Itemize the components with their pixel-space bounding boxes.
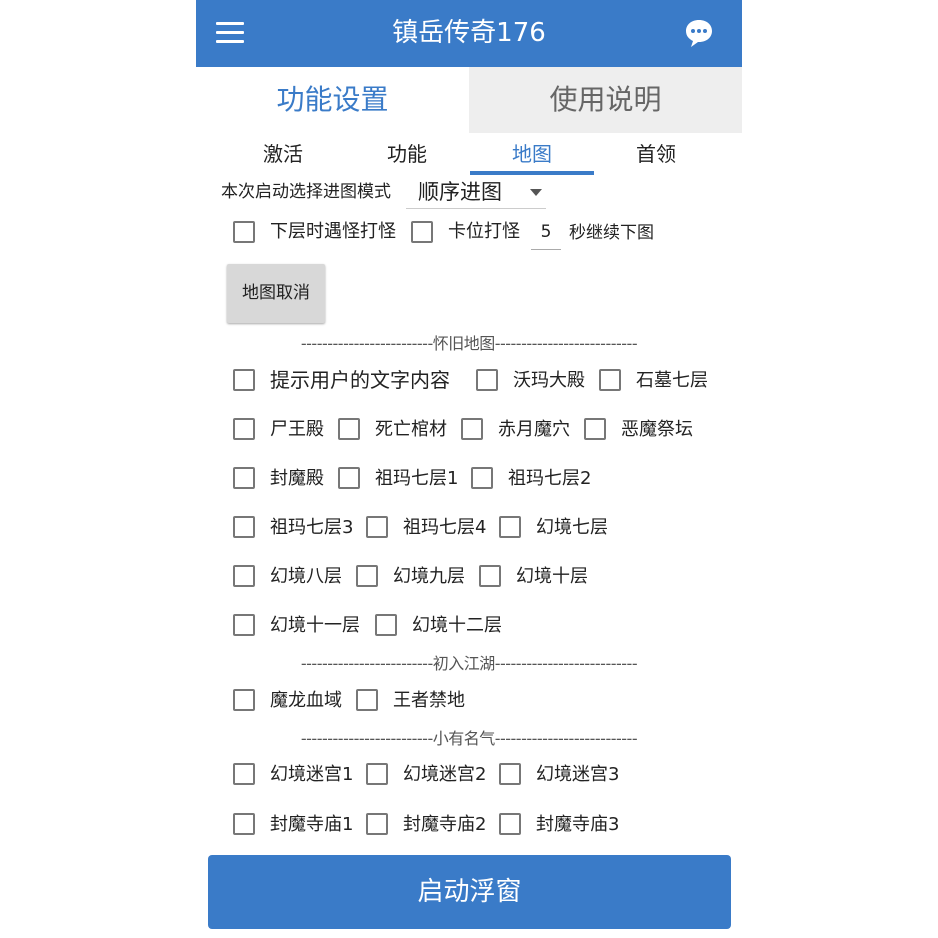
map-checkbox[interactable] [233, 813, 255, 835]
map-checkbox[interactable] [461, 418, 483, 440]
map-label: 封魔殿 [270, 468, 324, 489]
section-divider-famous: -------------------------小有名气-----------… [300, 729, 638, 748]
map-checkbox[interactable] [499, 763, 521, 785]
label-fight-when-descending: 下层时遇怪打怪 [270, 221, 396, 242]
map-label: 王者禁地 [393, 690, 465, 711]
map-label: 封魔寺庙2 [403, 814, 487, 835]
subtab-function[interactable]: 功能 [345, 137, 469, 175]
map-checkbox[interactable] [599, 369, 621, 391]
subtab-boss[interactable]: 首领 [594, 137, 718, 175]
chat-icon[interactable] [684, 17, 714, 49]
app-screen: 镇岳传奇176 功能设置 使用说明 激活 功能 地图 首领 本次启动选择进图模式… [196, 0, 742, 938]
dropdown-arrow-icon [530, 189, 542, 196]
map-checkbox[interactable] [233, 614, 255, 636]
map-checkbox[interactable] [499, 516, 521, 538]
map-label: 幻境十一层 [270, 615, 360, 636]
map-checkbox[interactable] [356, 565, 378, 587]
map-label: 祖玛七层1 [375, 468, 459, 489]
launch-floating-window-button[interactable]: 启动浮窗 [208, 855, 731, 929]
map-checkbox[interactable] [499, 813, 521, 835]
label-position-fight: 卡位打怪 [448, 221, 520, 242]
map-checkbox[interactable] [233, 565, 255, 587]
checkbox-position-fight[interactable] [411, 221, 433, 243]
mode-select-value: 顺序进图 [418, 180, 502, 204]
top-app-bar: 镇岳传奇176 [196, 0, 742, 67]
map-checkbox[interactable] [233, 467, 255, 489]
tab-instructions[interactable]: 使用说明 [469, 67, 742, 133]
map-checkbox[interactable] [366, 813, 388, 835]
map-checkbox[interactable] [471, 467, 493, 489]
map-checkbox[interactable] [233, 418, 255, 440]
subtab-map[interactable]: 地图 [470, 137, 594, 175]
map-label: 尸王殿 [270, 419, 324, 440]
map-label: 祖玛七层4 [403, 517, 487, 538]
map-checkbox[interactable] [233, 763, 255, 785]
map-label: 封魔寺庙3 [536, 814, 620, 835]
main-tabs: 功能设置 使用说明 [196, 67, 742, 133]
map-label: 幻境九层 [393, 566, 465, 587]
seconds-input[interactable]: 5 [531, 219, 561, 250]
map-label: 幻境迷宫1 [270, 764, 354, 785]
map-cancel-button[interactable]: 地图取消 [227, 264, 325, 323]
map-label: 魔龙血域 [270, 690, 342, 711]
map-checkbox[interactable] [356, 689, 378, 711]
map-checkbox[interactable] [584, 418, 606, 440]
map-label: 提示用户的文字内容 [270, 368, 450, 392]
map-checkbox[interactable] [375, 614, 397, 636]
map-label: 幻境迷宫3 [536, 764, 620, 785]
mode-label: 本次启动选择进图模式 [221, 182, 391, 202]
map-label: 幻境迷宫2 [403, 764, 487, 785]
tab-function-settings[interactable]: 功能设置 [196, 67, 469, 133]
map-checkbox[interactable] [338, 467, 360, 489]
map-label: 赤月魔穴 [498, 419, 570, 440]
app-title: 镇岳传奇176 [392, 18, 546, 48]
map-checkbox[interactable] [233, 516, 255, 538]
mode-select[interactable]: 顺序进图 [406, 176, 546, 209]
map-label: 幻境十层 [516, 566, 588, 587]
map-checkbox[interactable] [366, 516, 388, 538]
map-checkbox[interactable] [366, 763, 388, 785]
map-checkbox[interactable] [338, 418, 360, 440]
section-divider-novice: -------------------------初入江湖-----------… [300, 654, 638, 673]
subtab-activate[interactable]: 激活 [221, 137, 345, 175]
map-checkbox[interactable] [479, 565, 501, 587]
map-label: 幻境十二层 [412, 615, 502, 636]
map-checkbox[interactable] [476, 369, 498, 391]
map-label: 祖玛七层3 [270, 517, 354, 538]
map-label: 祖玛七层2 [508, 468, 592, 489]
checkbox-fight-when-descending[interactable] [233, 221, 255, 243]
map-label: 幻境七层 [536, 517, 608, 538]
map-label: 封魔寺庙1 [270, 814, 354, 835]
map-label: 石墓七层 [636, 370, 708, 391]
seconds-label: 秒继续下图 [569, 223, 654, 243]
section-divider-nostalgic: -------------------------怀旧地图-----------… [300, 334, 638, 353]
map-label: 幻境八层 [270, 566, 342, 587]
map-label: 死亡棺材 [375, 419, 447, 440]
map-checkbox[interactable] [233, 689, 255, 711]
sub-tabs: 激活 功能 地图 首领 [221, 137, 719, 175]
map-label: 沃玛大殿 [513, 370, 585, 391]
map-checkbox[interactable] [233, 369, 255, 391]
map-label: 恶魔祭坛 [621, 419, 693, 440]
